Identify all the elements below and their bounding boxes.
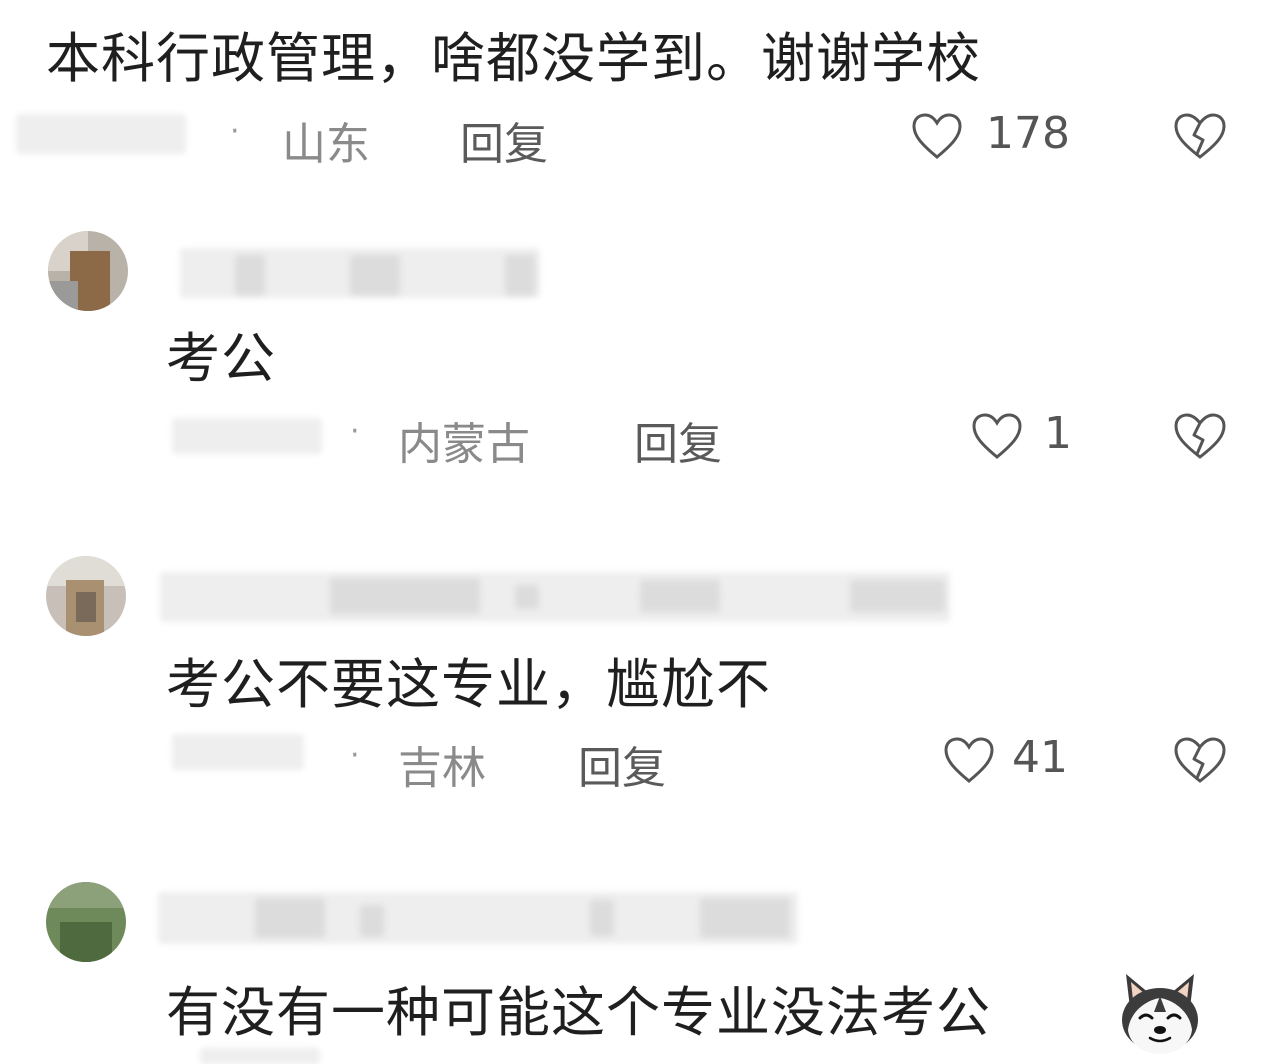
blurred-timestamp xyxy=(200,1048,320,1064)
blurred-timestamp xyxy=(16,114,186,154)
blurred-username xyxy=(160,572,950,622)
avatar[interactable] xyxy=(48,231,128,311)
blurred-timestamp xyxy=(172,418,322,454)
like-count: 41 xyxy=(1012,732,1068,783)
location-label: 山东 xyxy=(282,119,370,170)
doge-emoji-icon xyxy=(1122,974,1198,1054)
heart-outline-icon[interactable] xyxy=(970,411,1024,461)
separator-dot: · xyxy=(230,114,240,149)
location-label: 内蒙古 xyxy=(398,419,530,470)
reply-button[interactable]: 回复 xyxy=(578,732,666,796)
broken-heart-icon[interactable] xyxy=(1172,734,1228,786)
like-count: 178 xyxy=(986,108,1070,159)
comment-text: 考公不要这专业，尴尬不 xyxy=(166,653,771,716)
comment-text: 考公 xyxy=(166,327,276,390)
broken-heart-icon[interactable] xyxy=(1172,110,1228,162)
avatar[interactable] xyxy=(46,556,126,636)
heart-outline-icon[interactable] xyxy=(942,735,996,785)
like-count: 1 xyxy=(1044,408,1072,459)
heart-outline-icon[interactable] xyxy=(910,111,964,161)
broken-heart-icon[interactable] xyxy=(1172,410,1228,462)
blurred-timestamp xyxy=(172,734,304,770)
reply-button[interactable]: 回复 xyxy=(460,108,548,172)
comment-text: 本科行政管理，啥都没学到。谢谢学校 xyxy=(46,27,981,90)
comment-text: 有没有一种可能这个专业没法考公 xyxy=(166,981,991,1044)
location-label: 吉林 xyxy=(398,743,486,794)
reply-button[interactable]: 回复 xyxy=(634,408,722,472)
separator-dot: · xyxy=(350,738,360,773)
separator-dot: · xyxy=(350,414,360,449)
avatar[interactable] xyxy=(46,882,126,962)
